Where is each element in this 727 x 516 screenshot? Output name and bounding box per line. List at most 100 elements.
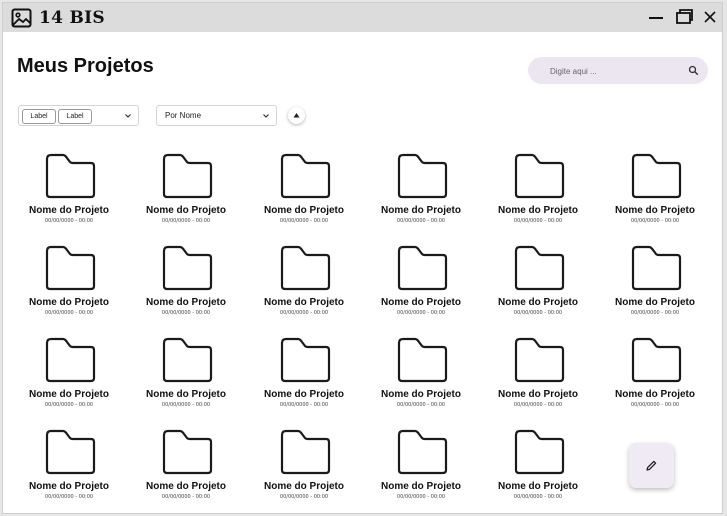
sort-select[interactable]: Por Nome [156,105,277,126]
project-date: 00/00/0000 - 00:00 [161,310,211,316]
folder-icon [397,245,448,291]
chevron-down-icon[interactable] [124,113,132,119]
project-card[interactable]: Nome do Projeto 00/00/0000 - 00:00 [371,428,471,510]
project-name: Nome do Projeto [28,205,109,216]
search-bar[interactable] [528,57,708,84]
folder-icon [631,245,682,291]
filter-chip[interactable]: Label [22,109,56,124]
app-window: 14 BIS Meus Projetos Label Label Por Nom… [2,2,723,514]
project-card[interactable]: Nome do Projeto 00/00/0000 - 00:00 [605,244,705,326]
project-name: Nome do Projeto [28,297,109,308]
edit-fab-button[interactable] [629,443,674,488]
project-date: 00/00/0000 - 00:00 [279,310,329,316]
project-name: Nome do Projeto [497,481,578,492]
project-date: 00/00/0000 - 00:00 [44,402,94,408]
project-card[interactable]: Nome do Projeto 00/00/0000 - 00:00 [254,336,354,418]
project-date: 00/00/0000 - 00:00 [396,494,446,500]
project-card[interactable]: Nome do Projeto 00/00/0000 - 00:00 [19,152,119,234]
project-date: 00/00/0000 - 00:00 [630,218,680,224]
project-name: Nome do Projeto [380,389,461,400]
project-date: 00/00/0000 - 00:00 [279,494,329,500]
project-name: Nome do Projeto [263,205,344,216]
project-name: Nome do Projeto [145,297,226,308]
image-icon [11,8,32,28]
folder-icon [514,245,565,291]
project-name: Nome do Projeto [380,297,461,308]
pencil-icon [646,460,657,471]
project-card[interactable]: Nome do Projeto 00/00/0000 - 00:00 [136,336,236,418]
folder-icon [631,153,682,199]
project-name: Nome do Projeto [497,205,578,216]
folder-icon [162,337,213,383]
search-icon[interactable] [688,65,699,76]
project-card[interactable]: Nome do Projeto 00/00/0000 - 00:00 [136,152,236,234]
project-date: 00/00/0000 - 00:00 [396,218,446,224]
folder-icon [514,337,565,383]
project-card[interactable]: Nome do Projeto 00/00/0000 - 00:00 [488,428,588,510]
folder-icon [514,153,565,199]
folder-icon [45,429,96,475]
project-card[interactable]: Nome do Projeto 00/00/0000 - 00:00 [19,244,119,326]
project-card[interactable]: Nome do Projeto 00/00/0000 - 00:00 [254,428,354,510]
project-name: Nome do Projeto [145,205,226,216]
project-name: Nome do Projeto [497,297,578,308]
project-name: Nome do Projeto [28,389,109,400]
project-card[interactable]: Nome do Projeto 00/00/0000 - 00:00 [254,152,354,234]
folder-icon [45,245,96,291]
project-card[interactable]: Nome do Projeto 00/00/0000 - 00:00 [136,428,236,510]
project-card[interactable]: Nome do Projeto 00/00/0000 - 00:00 [605,336,705,418]
project-date: 00/00/0000 - 00:00 [513,402,563,408]
folder-icon [397,429,448,475]
chevron-down-icon[interactable] [262,113,270,119]
page-title: Meus Projetos [17,55,154,77]
search-input[interactable] [548,62,672,81]
project-date: 00/00/0000 - 00:00 [630,310,680,316]
folder-icon [397,337,448,383]
project-date: 00/00/0000 - 00:00 [279,218,329,224]
project-card[interactable]: Nome do Projeto 00/00/0000 - 00:00 [488,336,588,418]
folder-icon [45,337,96,383]
sort-selected-value: Por Nome [165,111,202,120]
project-name: Nome do Projeto [28,481,109,492]
app-title: 14 BIS [39,8,105,28]
folder-icon [514,429,565,475]
project-name: Nome do Projeto [614,205,695,216]
project-date: 00/00/0000 - 00:00 [279,402,329,408]
project-name: Nome do Projeto [263,297,344,308]
project-card[interactable]: Nome do Projeto 00/00/0000 - 00:00 [371,336,471,418]
project-date: 00/00/0000 - 00:00 [44,218,94,224]
label-filter-select[interactable]: Label Label [18,105,139,126]
project-card[interactable]: Nome do Projeto 00/00/0000 - 00:00 [605,152,705,234]
project-date: 00/00/0000 - 00:00 [161,494,211,500]
project-name: Nome do Projeto [614,389,695,400]
title-bar: 14 BIS [3,3,722,32]
filter-chip[interactable]: Label [58,109,92,124]
folder-icon [162,245,213,291]
maximize-icon[interactable] [674,7,694,27]
project-card[interactable]: Nome do Projeto 00/00/0000 - 00:00 [371,244,471,326]
folder-icon [280,429,331,475]
project-card[interactable]: Nome do Projeto 00/00/0000 - 00:00 [136,244,236,326]
project-card[interactable]: Nome do Projeto 00/00/0000 - 00:00 [488,152,588,234]
close-icon[interactable] [700,7,720,27]
project-date: 00/00/0000 - 00:00 [513,494,563,500]
project-card[interactable]: Nome do Projeto 00/00/0000 - 00:00 [371,152,471,234]
project-name: Nome do Projeto [145,481,226,492]
project-card[interactable]: Nome do Projeto 00/00/0000 - 00:00 [19,428,119,510]
project-date: 00/00/0000 - 00:00 [513,218,563,224]
project-date: 00/00/0000 - 00:00 [44,310,94,316]
arrow-up-icon [293,113,300,118]
project-date: 00/00/0000 - 00:00 [44,494,94,500]
project-card[interactable]: Nome do Projeto 00/00/0000 - 00:00 [254,244,354,326]
project-card[interactable]: Nome do Projeto 00/00/0000 - 00:00 [19,336,119,418]
project-date: 00/00/0000 - 00:00 [513,310,563,316]
sort-direction-button[interactable] [288,107,305,124]
project-date: 00/00/0000 - 00:00 [396,402,446,408]
project-card[interactable]: Nome do Projeto 00/00/0000 - 00:00 [488,244,588,326]
minimize-icon[interactable] [646,7,666,27]
project-name: Nome do Projeto [263,481,344,492]
project-name: Nome do Projeto [380,205,461,216]
project-name: Nome do Projeto [497,389,578,400]
project-name: Nome do Projeto [380,481,461,492]
folder-icon [162,153,213,199]
